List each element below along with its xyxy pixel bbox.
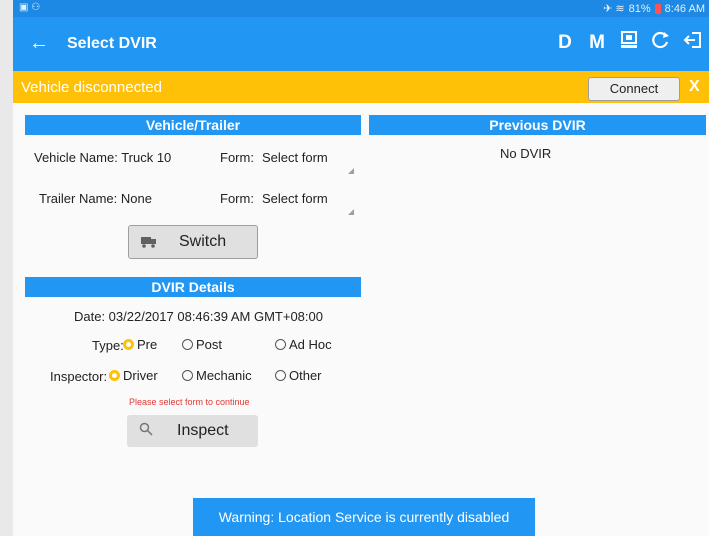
type-adhoc-label: Ad Hoc	[289, 337, 332, 352]
inspect-button[interactable]: Inspect	[127, 415, 258, 447]
app-bar-actions: D M	[549, 29, 709, 57]
app-bar: ← Select DVIR D M	[13, 17, 709, 71]
radio-unselected-icon	[182, 339, 193, 350]
page-title: Select DVIR	[67, 35, 157, 52]
dvir-date: Date: 03/22/2017 08:46:39 AM GMT+08:00	[74, 309, 323, 324]
refresh-icon[interactable]	[645, 30, 677, 56]
clock: 8:46 AM	[664, 2, 705, 15]
radio-unselected-icon	[275, 370, 286, 381]
inspector-mechanic-radio[interactable]: Mechanic	[182, 368, 252, 383]
location-warning-toast: Warning: Location Service is currently d…	[193, 498, 535, 536]
truck-icon	[141, 235, 157, 253]
battery-level: 81%	[628, 2, 651, 15]
dvir-details-header: DVIR Details	[25, 277, 361, 297]
connect-button[interactable]: Connect	[588, 77, 680, 101]
mechanic-m-button[interactable]: M	[581, 32, 613, 54]
inspect-label: Inspect	[177, 422, 229, 439]
back-arrow-icon[interactable]: ←	[29, 31, 49, 55]
trailer-form-select[interactable]: Select form	[262, 191, 354, 215]
vehicle-trailer-header: Vehicle/Trailer	[25, 115, 361, 135]
notification-icons: ▣ ⚇	[19, 2, 41, 13]
trailer-form-label: Form:	[220, 191, 254, 206]
vehicle-name: Vehicle Name: Truck 10	[34, 150, 172, 165]
radio-selected-icon	[123, 339, 134, 350]
vehicle-form-value: Select form	[262, 150, 328, 165]
type-adhoc-radio[interactable]: Ad Hoc	[275, 337, 332, 352]
close-banner-button[interactable]: X	[689, 78, 700, 96]
search-icon	[139, 422, 153, 441]
type-post-radio[interactable]: Post	[182, 337, 222, 352]
connection-banner: Vehicle disconnected Connect X	[13, 71, 709, 103]
eld-device-icon[interactable]	[613, 30, 645, 56]
logout-icon[interactable]	[677, 30, 709, 56]
form-error-message: Please select form to continue	[129, 397, 250, 407]
no-dvir-text: No DVIR	[500, 146, 552, 161]
type-post-label: Post	[196, 337, 223, 352]
radio-unselected-icon	[182, 370, 193, 381]
trailer-name: Trailer Name: None	[39, 191, 152, 206]
inspector-label: Inspector:	[50, 369, 108, 384]
banner-message: Vehicle disconnected	[21, 79, 162, 96]
previous-dvir-header: Previous DVIR	[369, 115, 706, 135]
switch-label: Switch	[179, 233, 227, 250]
dropdown-indicator-icon	[348, 168, 354, 174]
status-right: ✈ ≋ 81% 8:46 AM	[603, 2, 705, 16]
radio-unselected-icon	[275, 339, 286, 350]
vehicle-form-select[interactable]: Select form	[262, 150, 354, 174]
app-frame: ▣ ⚇ ✈ ≋ 81% 8:46 AM ← Select DVIR D M Ve…	[13, 0, 709, 536]
status-bar: ▣ ⚇ ✈ ≋ 81% 8:46 AM	[13, 0, 709, 17]
wifi-icon: ✈ ≋	[603, 3, 625, 15]
inspector-driver-label: Driver	[123, 368, 158, 383]
battery-icon	[654, 3, 661, 14]
inspector-other-radio[interactable]: Other	[275, 368, 322, 383]
type-label: Type:	[92, 338, 124, 353]
inspector-mechanic-label: Mechanic	[196, 368, 252, 383]
type-pre-radio[interactable]: Pre	[123, 337, 157, 352]
dvir-d-button[interactable]: D	[549, 32, 581, 54]
dropdown-indicator-icon	[348, 209, 354, 215]
vehicle-form-label: Form:	[220, 150, 254, 165]
switch-button[interactable]: Switch	[128, 225, 258, 259]
trailer-form-value: Select form	[262, 191, 328, 206]
radio-selected-icon	[109, 370, 120, 381]
inspector-driver-radio[interactable]: Driver	[109, 368, 158, 383]
type-pre-label: Pre	[137, 337, 158, 352]
inspector-other-label: Other	[289, 368, 322, 383]
